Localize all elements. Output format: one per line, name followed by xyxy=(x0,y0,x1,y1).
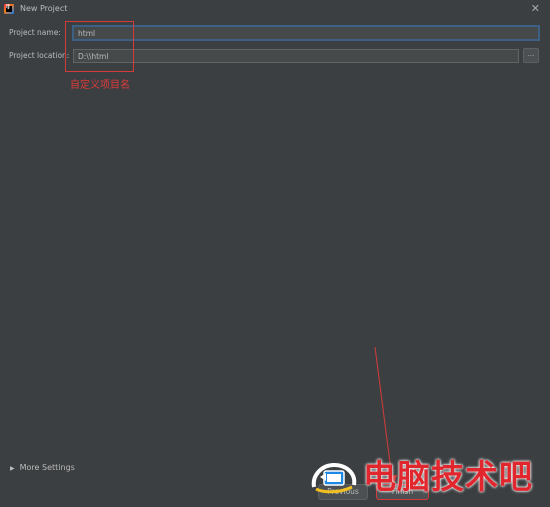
project-location-label: Project location: xyxy=(9,51,70,60)
close-icon[interactable]: ✕ xyxy=(531,2,540,15)
window-title: New Project xyxy=(20,4,68,13)
project-name-input[interactable]: html xyxy=(73,26,539,40)
project-location-input[interactable]: D:\\html xyxy=(73,49,519,63)
watermark-logo-icon xyxy=(311,462,357,494)
browse-button[interactable]: ... xyxy=(523,48,539,63)
watermark: 电脑技术吧 xyxy=(310,457,550,502)
annotation-highlight-box xyxy=(65,21,134,72)
new-project-dialog: IJ New Project ✕ Project name: html Proj… xyxy=(0,0,550,507)
more-settings-toggle[interactable]: ▶ More Settings xyxy=(10,463,75,472)
watermark-text: 电脑技术吧 xyxy=(363,457,533,496)
annotation-text: 自定义项目名 xyxy=(70,80,130,91)
title-bar: IJ New Project ✕ xyxy=(0,0,550,19)
more-settings-label: More Settings xyxy=(19,463,75,472)
chevron-right-icon: ▶ xyxy=(10,465,15,472)
intellij-logo-icon: IJ xyxy=(4,4,14,14)
project-name-label: Project name: xyxy=(9,28,61,37)
